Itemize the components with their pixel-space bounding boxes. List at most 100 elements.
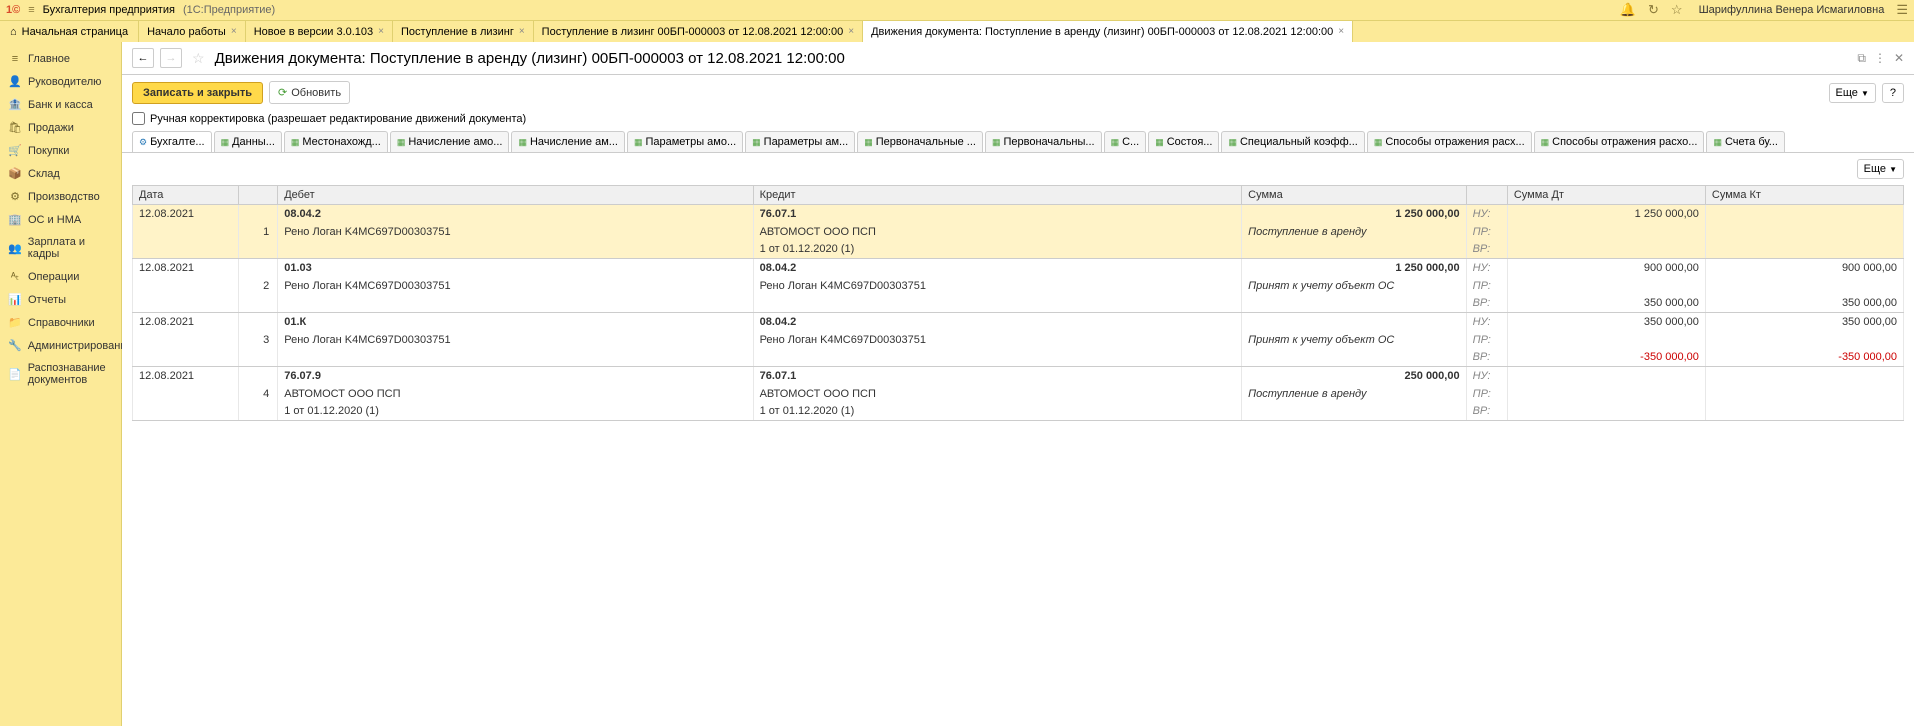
help-button[interactable]: ?: [1882, 83, 1904, 103]
sidebar-label: Покупки: [28, 145, 69, 157]
link-icon[interactable]: ⧉: [1857, 51, 1866, 66]
more-icon[interactable]: ⋮: [1874, 51, 1886, 65]
th-type[interactable]: [1466, 186, 1507, 205]
table-row[interactable]: ВР:-350 000,00-350 000,00: [133, 349, 1904, 367]
subtab-icon: ▦: [397, 137, 406, 148]
tab-close-icon[interactable]: ×: [378, 26, 384, 37]
subtab-14[interactable]: ▦Счета бу...: [1706, 131, 1785, 152]
settings-icon[interactable]: ☰: [1896, 2, 1908, 18]
subtab-label: Местонахожд...: [302, 136, 380, 148]
table-row[interactable]: 2Рено Логан K4MC697D00303751Рено Логан K…: [133, 277, 1904, 295]
tab-close-icon[interactable]: ×: [519, 26, 525, 37]
subtab-10[interactable]: ▦Состоя...: [1148, 131, 1219, 152]
table-row[interactable]: 4АВТОМОСТ ООО ПСПАВТОМОСТ ООО ПСППоступл…: [133, 385, 1904, 403]
tab-close-icon[interactable]: ×: [231, 26, 237, 37]
tab-4[interactable]: Движения документа: Поступление в аренду…: [863, 21, 1353, 42]
subtab-3[interactable]: ▦Начисление амо...: [390, 131, 510, 152]
sidebar-icon: 👤: [8, 75, 22, 88]
subtab-icon: ⚙: [139, 137, 147, 148]
table-row[interactable]: 1 от 01.12.2020 (1)ВР:: [133, 241, 1904, 259]
table-row[interactable]: 12.08.202101.0308.04.21 250 000,00НУ:900…: [133, 259, 1904, 277]
th-dt[interactable]: Сумма Дт: [1507, 186, 1705, 205]
th-debit[interactable]: Дебет: [278, 186, 753, 205]
th-credit[interactable]: Кредит: [753, 186, 1242, 205]
save-close-button[interactable]: Записать и закрыть: [132, 82, 263, 104]
forward-button[interactable]: →: [160, 48, 182, 68]
home-tab[interactable]: ⌂ Начальная страница: [0, 21, 139, 42]
subtab-5[interactable]: ▦Параметры амо...: [627, 131, 743, 152]
subtab-9[interactable]: ▦С...: [1104, 131, 1147, 152]
doc-title: Движения документа: Поступление в аренду…: [215, 50, 1852, 67]
subtab-label: Состоя...: [1167, 136, 1213, 148]
sidebar-label: Продажи: [28, 122, 74, 134]
sidebar-item-3[interactable]: 🛍 Продажи: [0, 116, 121, 139]
sidebar-label: Руководителю: [28, 76, 101, 88]
sidebar-icon: 🏦: [8, 98, 22, 111]
history-icon[interactable]: ↻: [1648, 2, 1659, 18]
subtab-label: Параметры амо...: [645, 136, 736, 148]
sidebar-icon: 🛍: [8, 121, 22, 134]
subtab-0[interactable]: ⚙Бухгалте...: [132, 131, 212, 152]
subtab-12[interactable]: ▦Способы отражения расх...: [1367, 131, 1532, 152]
refresh-icon: ⟳: [278, 86, 287, 99]
tab-3[interactable]: Поступление в лизинг 00БП-000003 от 12.0…: [534, 21, 863, 42]
th-kt[interactable]: Сумма Кт: [1705, 186, 1903, 205]
favorite-icon[interactable]: ☆: [192, 50, 205, 67]
table-row[interactable]: 12.08.202176.07.976.07.1250 000,00НУ:: [133, 367, 1904, 385]
titlebar: 1© ≡ Бухгалтерия предприятия (1С:Предпри…: [0, 0, 1914, 20]
th-date[interactable]: Дата: [133, 186, 239, 205]
th-num[interactable]: [238, 186, 278, 205]
table-more-button[interactable]: Еще ▼: [1857, 159, 1904, 179]
tab-close-icon[interactable]: ×: [848, 26, 854, 37]
subtab-13[interactable]: ▦Способы отражения расхо...: [1534, 131, 1705, 152]
bell-icon[interactable]: 🔔: [1620, 2, 1636, 18]
table-row[interactable]: ВР:350 000,00350 000,00: [133, 295, 1904, 313]
table-row[interactable]: 12.08.202101.К08.04.2НУ:350 000,00350 00…: [133, 313, 1904, 331]
star-icon[interactable]: ☆: [1671, 2, 1683, 18]
sidebar-item-6[interactable]: ⚙Производство: [0, 185, 121, 208]
subtab-2[interactable]: ▦Местонахожд...: [284, 131, 388, 152]
tab-label: Движения документа: Поступление в аренду…: [871, 26, 1333, 38]
close-icon[interactable]: ✕: [1894, 51, 1904, 65]
sidebar-item-2[interactable]: 🏦Банк и касса: [0, 93, 121, 116]
tab-1[interactable]: Новое в версии 3.0.103×: [246, 21, 393, 42]
sidebar-item-4[interactable]: 🛒Покупки: [0, 139, 121, 162]
table-row[interactable]: 1Рено Логан K4MC697D00303751АВТОМОСТ ООО…: [133, 223, 1904, 241]
sidebar-item-10[interactable]: 📊Отчеты: [0, 288, 121, 311]
subtab-label: Начисление амо...: [408, 136, 502, 148]
menu-icon[interactable]: ≡: [28, 4, 34, 16]
sidebar-item-8[interactable]: 👥Зарплата и кадры: [0, 231, 121, 265]
subtab-6[interactable]: ▦Параметры ам...: [745, 131, 855, 152]
tab-2[interactable]: Поступление в лизинг×: [393, 21, 534, 42]
sidebar-item-1[interactable]: 👤 Руководителю: [0, 70, 121, 93]
refresh-button[interactable]: ⟳ Обновить: [269, 81, 350, 104]
subtab-1[interactable]: ▦Данны...: [214, 131, 282, 152]
sidebar-label: Склад: [28, 168, 60, 180]
more-button[interactable]: Еще ▼: [1829, 83, 1876, 103]
sidebar-icon: 👥: [8, 242, 22, 255]
subtab-icon: ▦: [864, 137, 873, 148]
sidebar-label: Администрирование: [28, 340, 133, 352]
sidebar-item-0[interactable]: ≡Главное: [0, 48, 121, 70]
table-row[interactable]: 1 от 01.12.2020 (1)1 от 01.12.2020 (1)ВР…: [133, 403, 1904, 421]
subtab-8[interactable]: ▦Первоначальны...: [985, 131, 1102, 152]
back-button[interactable]: ←: [132, 48, 154, 68]
table-row[interactable]: 3Рено Логан K4MC697D00303751Рено Логан K…: [133, 331, 1904, 349]
sidebar-item-9[interactable]: ᴬₜОперации: [0, 265, 121, 288]
sidebar-item-5[interactable]: 📦Склад: [0, 162, 121, 185]
tab-close-icon[interactable]: ×: [1338, 26, 1344, 37]
subtab-icon: ▦: [752, 137, 761, 148]
th-sum[interactable]: Сумма: [1242, 186, 1466, 205]
table-row[interactable]: 12.08.202108.04.276.07.11 250 000,00НУ:1…: [133, 205, 1904, 223]
sidebar-item-12[interactable]: 🔧Администрирование: [0, 334, 121, 357]
tab-0[interactable]: Начало работы×: [139, 21, 246, 42]
subtab-4[interactable]: ▦Начисление ам...: [511, 131, 625, 152]
sidebar-item-11[interactable]: 📁Справочники: [0, 311, 121, 334]
sidebar-item-7[interactable]: 🏢ОС и НМА: [0, 208, 121, 231]
sidebar-item-13[interactable]: 📄Распознавание документов: [0, 357, 121, 391]
subtab-label: Специальный коэфф...: [1240, 136, 1358, 148]
subtab-11[interactable]: ▦Специальный коэфф...: [1221, 131, 1364, 152]
subtab-7[interactable]: ▦Первоначальные ...: [857, 131, 983, 152]
manual-edit-checkbox[interactable]: [132, 112, 145, 125]
subtab-label: Счета бу...: [1725, 136, 1778, 148]
